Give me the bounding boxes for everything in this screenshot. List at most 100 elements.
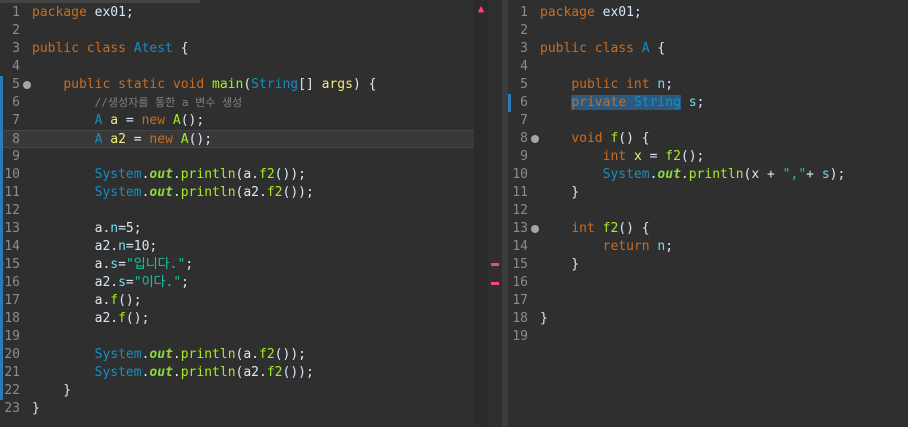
code-text[interactable]: int f2() {	[540, 220, 649, 238]
code-line[interactable]: 18 a2.f();	[0, 310, 488, 328]
code-line[interactable]: 16✖ a2.s="이다.";	[0, 274, 488, 292]
code-text[interactable]: void f() {	[540, 130, 649, 148]
code-text[interactable]: System.out.println(a.f2());	[32, 166, 306, 184]
code-line[interactable]: 15 }	[508, 256, 908, 274]
code-line[interactable]: 5 public int n;	[508, 76, 908, 94]
code-token: "이다."	[133, 275, 182, 290]
code-line[interactable]: 4	[0, 58, 488, 76]
scroll-up-icon[interactable]: ▲	[475, 2, 487, 16]
code-line[interactable]: 7 A a = new A();	[0, 112, 488, 130]
code-line[interactable]: 18}	[508, 310, 908, 328]
code-text[interactable]: System.out.println(x + ","+ s);	[540, 166, 846, 184]
code-line[interactable]: 10 System.out.println(a.f2());	[0, 166, 488, 184]
code-text[interactable]: private String s;	[540, 94, 704, 112]
code-line[interactable]: 13 a.n=5;	[0, 220, 488, 238]
fold-toggle-icon[interactable]	[531, 225, 539, 233]
code-text[interactable]: a2.f();	[32, 310, 150, 328]
code-line[interactable]: 9 int x = f2();	[508, 148, 908, 166]
code-token: );	[829, 167, 846, 182]
code-text[interactable]: System.out.println(a.f2());	[32, 346, 306, 364]
error-marker[interactable]	[491, 263, 499, 266]
code-text[interactable]: int x = f2();	[540, 148, 705, 166]
code-line[interactable]: 3 public class Atest {	[0, 40, 488, 58]
code-text[interactable]: a.f();	[32, 292, 142, 310]
code-line[interactable]: 1 package ex01;	[0, 4, 488, 22]
fold-toggle-icon[interactable]	[23, 81, 31, 89]
code-line[interactable]: 8 A a2 = new A();	[0, 130, 488, 148]
code-text[interactable]: }	[540, 256, 579, 274]
code-text[interactable]: public int n;	[540, 76, 673, 94]
fold-toggle-icon[interactable]	[531, 135, 539, 143]
code-line[interactable]: 8 void f() {	[508, 130, 908, 148]
code-line[interactable]: 23}	[0, 400, 488, 418]
code-line[interactable]: 7	[508, 112, 908, 130]
left-vertical-scrollbar[interactable]: ▲	[474, 0, 488, 427]
code-text[interactable]: }	[540, 184, 579, 202]
code-line[interactable]: 20 System.out.println(a.f2());	[0, 346, 488, 364]
code-text[interactable]: }	[32, 400, 40, 418]
code-text[interactable]: public class A {	[540, 40, 665, 58]
editor-atest[interactable]: 1 package ex01; 2 3 public class Atest {4 5 p…	[0, 0, 488, 427]
code-text[interactable]: a.s="입니다.";	[32, 256, 194, 274]
code-line[interactable]: 19	[0, 328, 488, 346]
code-text[interactable]: //생성자를 통한 a 변수 생성	[32, 94, 243, 112]
code-line[interactable]: 1 package ex01;	[508, 4, 908, 22]
left-overview-ruler[interactable]	[488, 0, 502, 427]
error-marker[interactable]	[491, 282, 499, 285]
code-text[interactable]: a.n=5;	[32, 220, 142, 238]
code-text[interactable]: a2.s="이다.";	[32, 274, 189, 292]
line-number: 3	[12, 41, 20, 56]
editor-a[interactable]: 1 package ex01; 2 3 public class A {4 5 publi…	[508, 0, 908, 427]
code-line[interactable]: 17 a.f();	[0, 292, 488, 310]
code-line[interactable]: 6 //생성자를 통한 a 변수 생성	[0, 94, 488, 112]
code-line[interactable]: 2	[0, 22, 488, 40]
code-line[interactable]: 22 }	[0, 382, 488, 400]
code-text[interactable]: package ex01;	[540, 4, 642, 22]
code-line[interactable]: 6 private String s;	[508, 94, 908, 112]
code-text[interactable]: System.out.println(a2.f2());	[32, 364, 314, 382]
code-line[interactable]: 4	[508, 58, 908, 76]
code-line[interactable]: 3 public class A {	[508, 40, 908, 58]
code-text[interactable]: }	[540, 310, 548, 328]
code-text[interactable]: System.out.println(a2.f2());	[32, 184, 314, 202]
code-text[interactable]: public static void main(String[] args) {	[32, 76, 376, 94]
code-text[interactable]: public class Atest {	[32, 40, 189, 58]
code-token: out	[149, 167, 173, 182]
code-line[interactable]: 14 return n;	[508, 238, 908, 256]
code-line[interactable]: 2	[508, 22, 908, 40]
code-text[interactable]: }	[32, 382, 71, 400]
code-text[interactable]: A a = new A();	[32, 112, 205, 130]
line-number: 12	[512, 203, 528, 218]
code-line[interactable]: 10 System.out.println(x + ","+ s);	[508, 166, 908, 184]
code-line[interactable]: 12	[0, 202, 488, 220]
code-line[interactable]: 17	[508, 292, 908, 310]
code-line[interactable]: 16	[508, 274, 908, 292]
code-line[interactable]: 11 System.out.println(a2.f2());	[0, 184, 488, 202]
code-line[interactable]: 12	[508, 202, 908, 220]
code-line[interactable]: 13 int f2() {	[508, 220, 908, 238]
code-text[interactable]: A a2 = new A();	[32, 131, 212, 149]
code-line[interactable]: 14 a2.n=10;	[0, 238, 488, 256]
code-text[interactable]: return n;	[540, 238, 673, 256]
code-token: .	[172, 347, 181, 362]
code-line[interactable]: 9	[0, 148, 488, 166]
code-line[interactable]: 11 }	[508, 184, 908, 202]
code-text[interactable]: a2.n=10;	[32, 238, 158, 256]
code-token: A	[180, 132, 189, 147]
code-token: a2.	[32, 311, 119, 326]
code-line[interactable]: 21 System.out.println(a2.f2());	[0, 364, 488, 382]
code-token: s	[118, 275, 126, 290]
code-token: out	[149, 365, 173, 380]
code-text[interactable]: package ex01;	[32, 4, 134, 22]
code-line[interactable]: 19	[508, 328, 908, 346]
line-number: 1	[12, 5, 20, 20]
code-line[interactable]: 15✖ a.s="입니다.";	[0, 256, 488, 274]
code-line[interactable]: 5 public static void main(String[] args)…	[0, 76, 488, 94]
